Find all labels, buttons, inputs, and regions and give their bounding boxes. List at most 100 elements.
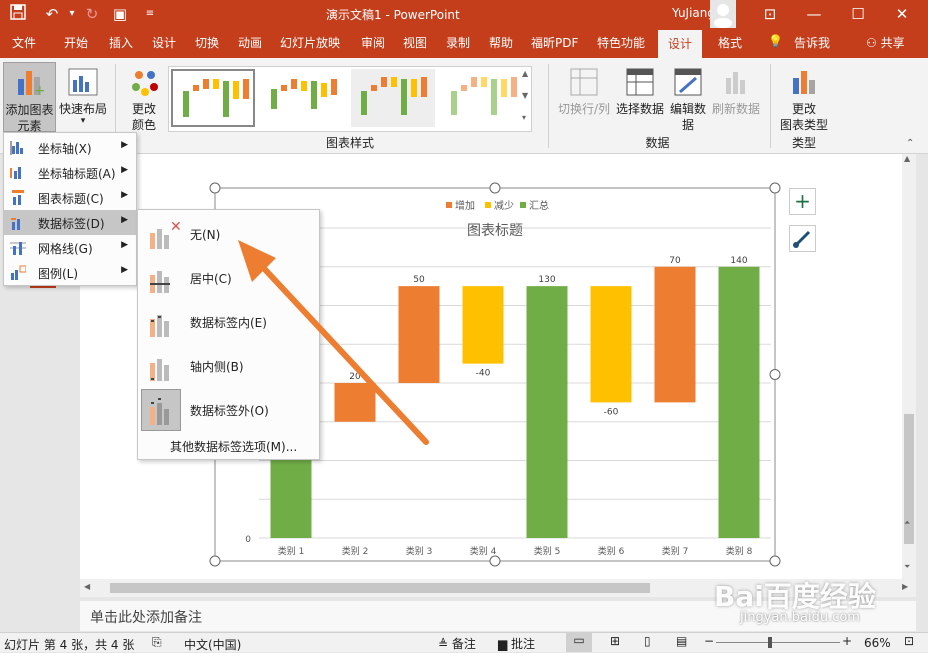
language-indicator[interactable]: 中文(中国): [184, 636, 241, 653]
data-label-outside-end[interactable]: 数据标签外(O): [138, 388, 319, 432]
legend-swatch: [446, 202, 452, 208]
status-bar: 幻灯片 第 4 张，共 4 张 ⎘ 中文(中国) ≜ 备注 ▆ 批注 ▭ ⊞ ▯…: [0, 632, 928, 652]
axis-titles-icon: [10, 167, 21, 179]
data-label: 70: [669, 256, 681, 266]
data-label-inside-end-icon: [150, 315, 169, 337]
data-label-option-label: 数据标签外(O): [190, 404, 269, 418]
resize-handle: [489, 182, 501, 194]
menu-item-label: 坐标轴(X): [38, 142, 92, 156]
menu-item-chart-title[interactable]: 图表标题(C) ▶: [4, 185, 136, 210]
data-label-none-icon: ✕: [150, 219, 182, 249]
resize-handle: [769, 369, 781, 380]
menu-item-data-labels[interactable]: 数据标签(D) ▶: [4, 210, 136, 235]
zoom-slider-track[interactable]: [716, 642, 840, 643]
chart-title: 图表标题: [467, 223, 523, 239]
data-label: 50: [413, 275, 425, 285]
legend-swatch: [485, 202, 491, 208]
watermark-logo: Bai百度经验: [714, 580, 876, 613]
data-label-outside-end-icon: [150, 398, 169, 425]
submenu-arrow-icon: ▶: [121, 140, 128, 150]
scroll-right-icon[interactable]: ▶: [902, 582, 908, 591]
menu-item-label: 图表标题(C): [38, 192, 104, 206]
chart-bar: [398, 286, 440, 383]
menu-item-axes[interactable]: 坐标轴(X) ▶: [4, 135, 136, 160]
resize-handle: [489, 555, 501, 567]
data-label-option-label: 居中(C): [190, 272, 232, 286]
axes-icon: [10, 141, 23, 155]
x-tick-label: 类别 4: [470, 545, 497, 557]
submenu-arrow-icon: ▶: [121, 240, 128, 250]
svg-text:✕: ✕: [170, 219, 182, 235]
gridlines-icon: [10, 242, 26, 255]
zoom-out-icon[interactable]: −: [704, 634, 714, 648]
chart-bar: [718, 266, 760, 538]
zoom-slider-thumb[interactable]: [768, 637, 772, 648]
zoom-in-icon[interactable]: +: [842, 634, 852, 648]
submenu-arrow-icon: ▶: [121, 190, 128, 200]
submenu-arrow-icon: ▶: [121, 165, 128, 175]
chart-bar: [526, 286, 568, 538]
slideshow-icon[interactable]: ▤: [676, 634, 687, 648]
x-tick-label: 类别 6: [598, 545, 625, 557]
x-tick-label: 类别 1: [278, 545, 305, 557]
resize-handle: [209, 182, 221, 194]
x-tick-label: 类别 8: [726, 545, 753, 557]
legend-label: 增加: [455, 199, 475, 212]
x-tick-label: 类别 2: [342, 545, 369, 557]
legend-label: 汇总: [529, 199, 549, 212]
x-tick-label: 类别 7: [662, 545, 689, 557]
h-scrollbar-thumb[interactable]: [110, 583, 650, 593]
menu-item-gridlines[interactable]: 网格线(G) ▶: [4, 235, 136, 260]
more-data-label-options[interactable]: 其他数据标签选项(M)...: [170, 438, 297, 455]
menu-item-legend[interactable]: 图例(L) ▶: [4, 260, 136, 285]
resize-handle: [769, 555, 781, 567]
y-tick-label: 0: [245, 535, 251, 545]
chart-bar: [462, 286, 504, 364]
fit-to-window-icon[interactable]: ⊡: [904, 634, 914, 648]
notes-toggle-label: 备注: [451, 637, 476, 651]
data-label: 20: [349, 372, 361, 382]
add-chart-element-menu: 坐标轴(X) ▶ 坐标轴标题(A) ▶ 图表标题(C) ▶ 数据标签(D) ▶ 网格线(…: [3, 132, 137, 286]
legend-swatch: [520, 202, 526, 208]
scroll-left-icon[interactable]: ◀: [84, 582, 90, 591]
chart-bar: [590, 286, 632, 403]
data-label-inside-base-icon: [150, 359, 169, 381]
chart-bar: [334, 383, 376, 422]
slide-sorter-icon[interactable]: ⊞: [610, 634, 620, 648]
comments-toggle[interactable]: ▆ 批注: [498, 635, 535, 652]
normal-view-icon[interactable]: ▭: [566, 633, 592, 652]
chart-bar: [654, 266, 696, 403]
menu-item-label: 数据标签(D): [38, 217, 105, 231]
data-label: 130: [538, 275, 555, 285]
x-tick-label: 类别 3: [406, 545, 433, 557]
resize-handle: [769, 182, 781, 194]
chart-styles-brush-button[interactable]: [789, 225, 816, 252]
chart-elements-plus-button[interactable]: +: [789, 188, 816, 215]
reading-view-icon[interactable]: ▯: [644, 634, 651, 648]
menu-item-label: 坐标轴标题(A): [38, 167, 116, 181]
data-label: 140: [730, 256, 747, 266]
data-label-none[interactable]: ✕ 无(N): [138, 212, 319, 256]
data-label-option-label: 无(N): [190, 228, 221, 242]
paintbrush-icon: [793, 230, 811, 248]
data-label: -40: [476, 369, 491, 379]
menu-item-label: 网格线(G): [38, 242, 93, 256]
data-label-inside-end[interactable]: 数据标签内(E): [138, 300, 319, 344]
spellcheck-icon[interactable]: ⎘: [152, 635, 162, 650]
data-label-center[interactable]: 居中(C): [138, 256, 319, 300]
data-label-option-label: 轴内侧(B): [190, 360, 244, 374]
data-labels-icon: [11, 218, 20, 230]
menu-item-axis-titles[interactable]: 坐标轴标题(A) ▶: [4, 160, 136, 185]
comments-toggle-label: 批注: [511, 637, 536, 651]
submenu-arrow-icon: ▶: [121, 265, 128, 275]
watermark-url: jingyan.baidu.com: [740, 610, 860, 625]
menu-item-label: 图例(L): [38, 267, 79, 281]
data-label: -60: [604, 407, 619, 417]
resize-handle: [209, 555, 221, 567]
chart-title-icon: [12, 190, 24, 205]
submenu-arrow-icon: ▶: [121, 215, 128, 225]
slide-counter[interactable]: 幻灯片 第 4 张，共 4 张: [4, 636, 134, 653]
data-label-inside-base[interactable]: 轴内侧(B): [138, 344, 319, 388]
zoom-level[interactable]: 66%: [864, 636, 891, 650]
notes-toggle[interactable]: ≜ 备注: [438, 635, 476, 652]
